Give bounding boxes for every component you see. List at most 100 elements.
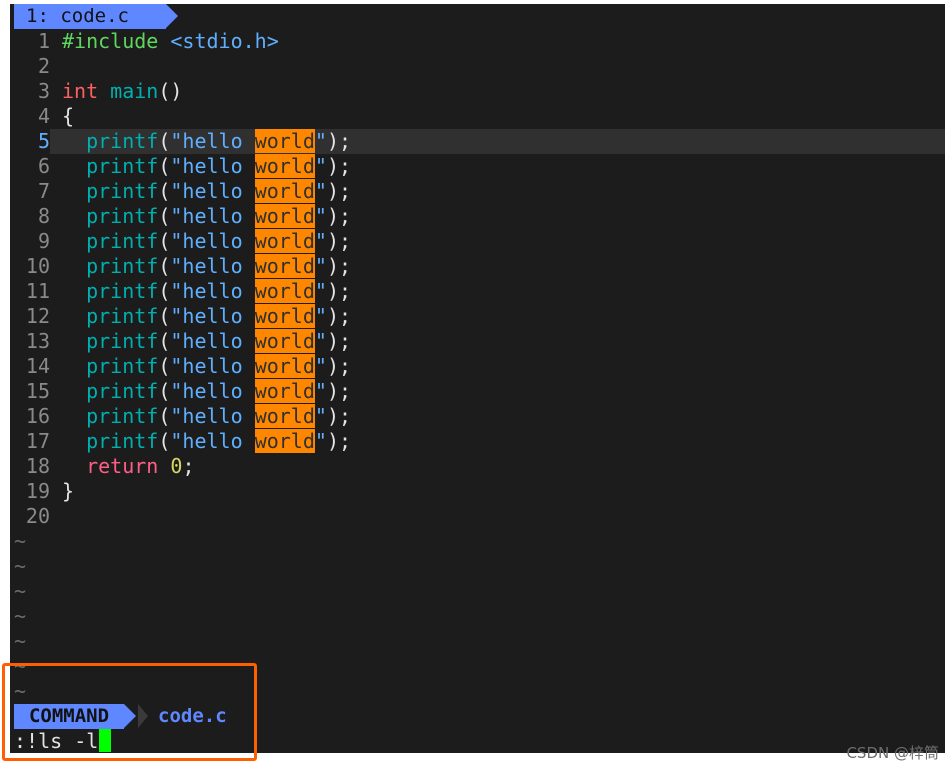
code-line[interactable]: 20	[10, 504, 945, 529]
code-token: (	[158, 279, 171, 303]
code-line[interactable]: 18 return 0;	[10, 454, 945, 479]
line-number: 1	[37, 29, 50, 53]
tab-arrow-separator	[166, 4, 178, 28]
code-line[interactable]: 14 printf("hello world");	[10, 354, 945, 379]
code-token: );	[326, 204, 352, 228]
code-token: );	[326, 154, 352, 178]
annotation-highlight-box	[2, 663, 257, 761]
code-line[interactable]: 11 printf("hello world");	[10, 279, 945, 304]
code-token: printf	[86, 204, 159, 228]
tilde-marker: ~	[14, 629, 27, 653]
code-token: printf	[86, 229, 159, 253]
editor-buffer[interactable]: 1 #include <stdio.h> 2 3 int main() 4{5 print…	[10, 29, 945, 704]
code-token: printf	[86, 354, 159, 378]
code-token: (	[158, 254, 171, 278]
code-token: "	[314, 154, 327, 178]
code-token: (	[158, 204, 171, 228]
code-line[interactable]: 4{	[10, 104, 945, 129]
code-text: printf("hello world");	[62, 254, 351, 279]
code-token: "	[314, 254, 327, 278]
code-line[interactable]: 8 printf("hello world");	[10, 204, 945, 229]
line-number: 14	[25, 354, 50, 378]
code-token: (	[158, 329, 171, 353]
code-token: );	[326, 429, 352, 453]
code-token: "hello	[170, 279, 255, 303]
code-line[interactable]: 16 printf("hello world");	[10, 404, 945, 429]
line-number: 10	[25, 254, 50, 278]
code-text: printf("hello world");	[62, 379, 351, 404]
vim-terminal-window[interactable]: 1: code.c 1 #include <stdio.h> 2 3 int main(…	[10, 4, 945, 753]
line-number: 20	[25, 504, 50, 528]
code-token: );	[326, 379, 352, 403]
code-token: "	[314, 404, 327, 428]
code-text: printf("hello world");	[62, 304, 351, 329]
tabline: 1: code.c	[10, 4, 945, 29]
code-token: "	[314, 304, 327, 328]
code-token: printf	[86, 254, 159, 278]
line-number: 11	[25, 279, 50, 303]
code-token: (	[158, 229, 171, 253]
search-match: world	[254, 404, 315, 428]
code-line[interactable]: 1 #include <stdio.h>	[10, 29, 945, 54]
code-line[interactable]: 9 printf("hello world");	[10, 229, 945, 254]
search-match: world	[254, 204, 315, 228]
code-text: printf("hello world");	[62, 354, 351, 379]
code-line[interactable]: 13 printf("hello world");	[10, 329, 945, 354]
line-number: 7	[37, 179, 50, 203]
code-token: "hello	[170, 129, 255, 153]
code-token: #include	[62, 29, 171, 53]
line-number: 2	[37, 54, 50, 78]
code-token: "	[314, 379, 327, 403]
code-token: printf	[86, 279, 159, 303]
code-text: printf("hello world");	[62, 129, 351, 154]
tilde-marker: ~	[14, 529, 27, 553]
code-token: (	[158, 304, 171, 328]
tab-code-c[interactable]: 1: code.c	[14, 4, 166, 29]
line-number: 6	[37, 154, 50, 178]
line-number: 4	[37, 104, 50, 128]
search-match: world	[254, 154, 315, 178]
code-line[interactable]: 3 int main()	[10, 79, 945, 104]
code-line[interactable]: 7 printf("hello world");	[10, 179, 945, 204]
code-token: (	[158, 129, 171, 153]
code-text: printf("hello world");	[62, 154, 351, 179]
empty-line: ~	[10, 529, 945, 554]
code-line[interactable]: 5 printf("hello world");	[10, 129, 945, 154]
code-token: "	[314, 229, 327, 253]
code-text: printf("hello world");	[62, 279, 351, 304]
code-line[interactable]: 19}	[10, 479, 945, 504]
code-token: "	[314, 179, 327, 203]
code-line[interactable]: 6 printf("hello world");	[10, 154, 945, 179]
search-match: world	[254, 354, 315, 378]
code-token: );	[326, 254, 352, 278]
code-line[interactable]: 12 printf("hello world");	[10, 304, 945, 329]
code-line[interactable]: 2	[10, 54, 945, 79]
code-line[interactable]: 17 printf("hello world");	[10, 429, 945, 454]
code-token: "hello	[170, 329, 255, 353]
code-line[interactable]: 15 printf("hello world");	[10, 379, 945, 404]
code-line[interactable]: 10 printf("hello world");	[10, 254, 945, 279]
search-match: world	[254, 229, 315, 253]
code-token: );	[326, 279, 352, 303]
search-match: world	[254, 379, 315, 403]
code-token: "	[314, 354, 327, 378]
search-match: world	[254, 429, 315, 453]
line-number: 19	[25, 479, 50, 503]
code-token: printf	[86, 304, 159, 328]
code-token: "hello	[170, 354, 255, 378]
search-match: world	[254, 129, 315, 153]
code-token: printf	[86, 429, 159, 453]
code-token: (	[158, 379, 171, 403]
code-token: printf	[86, 379, 159, 403]
line-number: 9	[37, 229, 50, 253]
